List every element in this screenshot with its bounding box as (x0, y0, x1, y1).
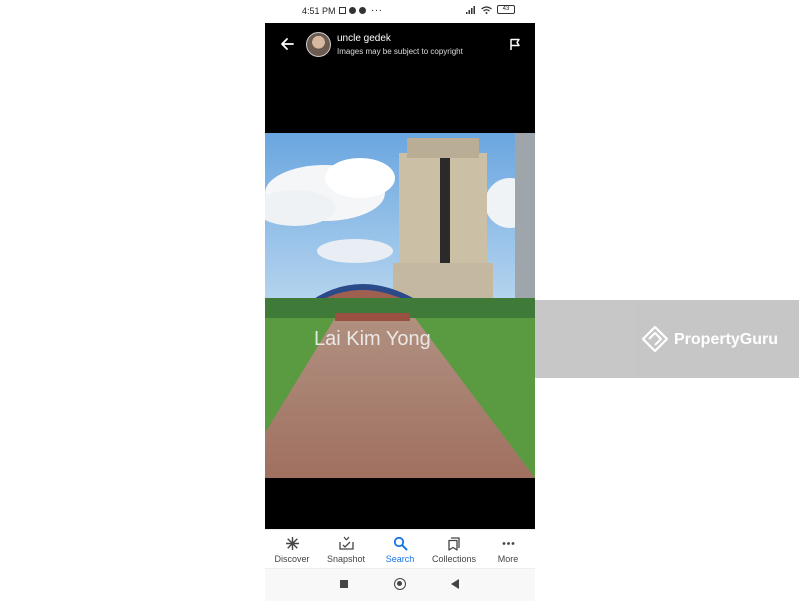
nav-search[interactable]: Search (373, 530, 427, 569)
back-button[interactable] (451, 579, 459, 589)
snapshot-icon (338, 536, 354, 550)
nav-snapshot-label: Snapshot (326, 554, 366, 564)
nav-collections[interactable]: Collections (427, 530, 481, 569)
flag-icon[interactable] (509, 38, 521, 51)
more-icon (502, 542, 514, 545)
system-nav-bar (265, 568, 535, 601)
nav-search-label: Search (385, 554, 415, 564)
avatar[interactable] (306, 32, 331, 57)
more-notifications-icon: ··· (371, 5, 383, 16)
photo-watermark: Lai Kim Yong (314, 328, 431, 350)
facebook-notification-icon (349, 7, 356, 14)
phone-screen: 4:51 PM ··· 43 uncle gedek Images may be… (265, 0, 535, 601)
home-button[interactable] (394, 578, 406, 590)
propertyguru-watermark-banner: PropertyGuru (535, 300, 799, 378)
copyright-notice: Images may be subject to copyright (337, 47, 463, 56)
property-photo[interactable]: Lai Kim Yong (265, 133, 535, 478)
nav-more-label: More (497, 554, 519, 564)
status-bar: 4:51 PM ··· 43 (265, 0, 535, 23)
propertyguru-brand-text: PropertyGuru (674, 331, 779, 348)
system-status-icons: 43 (466, 5, 515, 14)
photo-illustration (265, 133, 535, 478)
viewer-header: uncle gedek Images may be subject to cop… (265, 23, 535, 69)
signal-icon (466, 5, 475, 14)
asterisk-icon (285, 537, 299, 550)
battery-icon: 43 (497, 5, 515, 14)
bottom-nav: Discover Snapshot Search Collections Mor… (265, 529, 535, 569)
collections-icon (447, 537, 460, 551)
recents-button[interactable] (340, 580, 348, 588)
notification-icons: ··· (339, 5, 383, 16)
gallery-notification-icon (339, 7, 346, 14)
nav-more[interactable]: More (481, 530, 535, 569)
wifi-icon (481, 5, 492, 14)
nav-collections-label: Collections (431, 554, 477, 564)
nav-snapshot[interactable]: Snapshot (319, 530, 373, 569)
search-icon (393, 536, 407, 551)
nav-discover[interactable]: Discover (265, 530, 319, 569)
nav-discover-label: Discover (274, 554, 310, 564)
arrow-left-icon[interactable] (279, 36, 295, 52)
propertyguru-logo-icon (641, 325, 669, 353)
status-time: 4:51 PM (302, 6, 336, 16)
image-viewer: uncle gedek Images may be subject to cop… (265, 23, 535, 529)
username[interactable]: uncle gedek (337, 33, 391, 44)
facebook-notification-icon-2 (359, 7, 366, 14)
